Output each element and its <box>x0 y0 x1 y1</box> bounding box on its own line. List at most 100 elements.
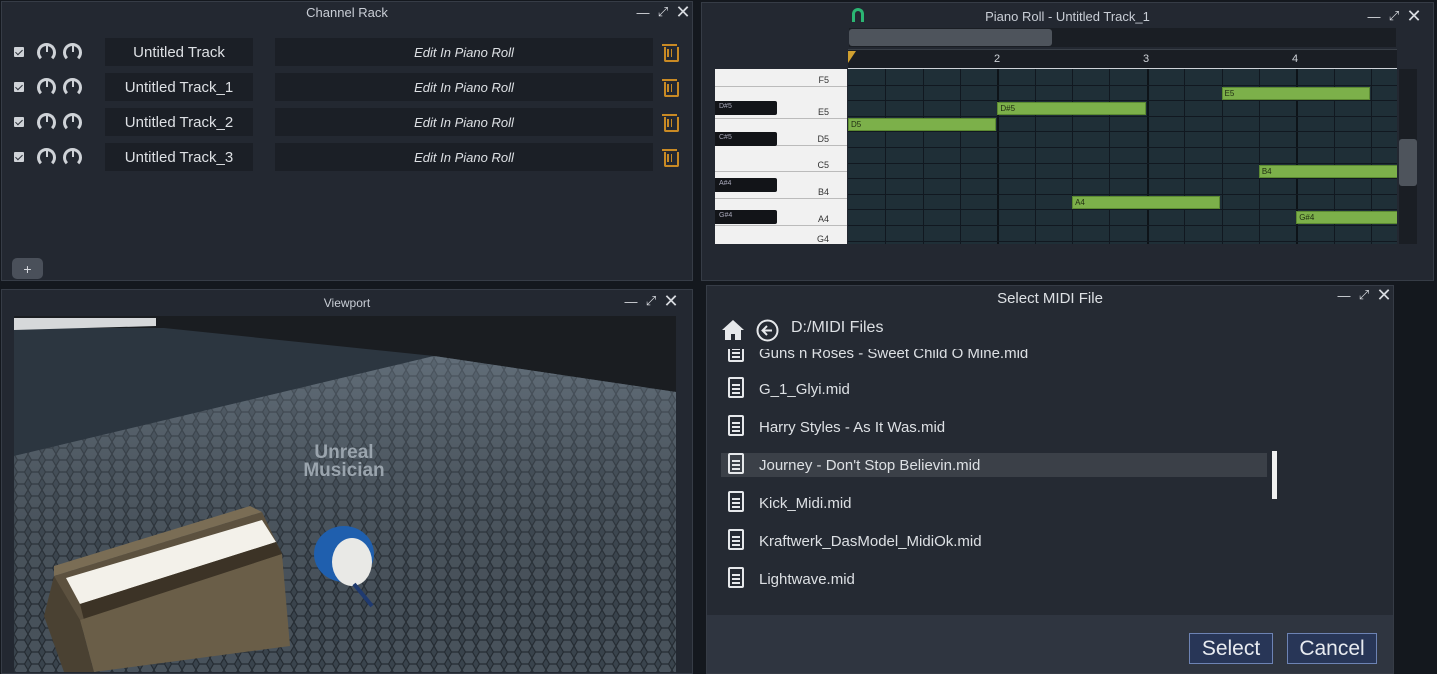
grid-column-line <box>960 69 962 244</box>
piano-black-key[interactable]: C#5 <box>715 132 777 146</box>
key-label: C5 <box>817 160 829 170</box>
file-list-item[interactable]: Lightwave.mid <box>721 567 1267 591</box>
grid-column-line <box>997 69 1000 244</box>
midi-note[interactable]: E5 <box>1221 86 1370 100</box>
v-scroll-thumb[interactable] <box>1399 139 1417 186</box>
file-list-item[interactable]: Kraftwerk_DasModel_MidiOk.mid <box>721 529 1267 553</box>
grid-row-line <box>848 100 1397 102</box>
pan-knob-icon[interactable] <box>63 113 82 132</box>
expand-icon[interactable]: ⤢ <box>1387 8 1401 23</box>
playhead-marker[interactable] <box>848 51 856 63</box>
add-track-button[interactable]: + <box>12 258 43 279</box>
volume-knob-icon[interactable] <box>37 113 56 132</box>
track-name-button[interactable]: Untitled Track_1 <box>105 73 253 101</box>
volume-knob-icon[interactable] <box>37 78 56 97</box>
file-list-scrollbar[interactable] <box>1272 451 1277 499</box>
pan-knob-icon[interactable] <box>63 43 82 62</box>
minimize-icon[interactable]: — <box>624 294 638 309</box>
h-scroll-thumb[interactable] <box>849 29 1052 46</box>
piano-white-key[interactable]: C5 <box>715 146 847 172</box>
minimize-icon[interactable]: — <box>1367 9 1381 24</box>
file-list-item[interactable]: G_1_Glyi.mid <box>721 377 1267 401</box>
piano-black-key[interactable]: A#4 <box>715 178 777 192</box>
expand-icon[interactable]: ⤢ <box>656 4 670 19</box>
midi-note[interactable]: D5 <box>848 117 997 131</box>
file-icon <box>728 529 744 550</box>
3d-viewport-scene[interactable]: Unreal Musician <box>14 316 676 672</box>
piano-white-key[interactable]: F5 <box>715 69 847 87</box>
file-icon <box>728 491 744 512</box>
back-arrow-icon[interactable] <box>756 319 779 342</box>
close-icon[interactable]: ✕ <box>1406 6 1421 26</box>
expand-icon[interactable]: ⤢ <box>644 293 658 308</box>
viewport-title: Viewport <box>323 296 371 310</box>
midi-note[interactable]: G#4 <box>1296 211 1397 225</box>
scene-render: Unreal Musician <box>14 316 676 672</box>
midi-note[interactable]: A4 <box>1072 195 1221 209</box>
piano-keyboard[interactable]: F5 E5 D5 C5 B4 A4 G4 D#5 C#5 A#4 G#4 <box>715 69 847 244</box>
piano-roll-h-scrollbar[interactable] <box>849 28 1396 47</box>
file-name: Kraftwerk_DasModel_MidiOk.mid <box>759 532 982 550</box>
edit-in-piano-roll-button[interactable]: Edit In Piano Roll <box>275 143 653 171</box>
track-row: Untitled Track_3 Edit In Piano Roll <box>10 143 690 171</box>
track-name-button[interactable]: Untitled Track <box>105 38 253 66</box>
track-enable-checkbox[interactable] <box>14 47 24 57</box>
trash-icon[interactable] <box>662 79 679 97</box>
pan-knob-icon[interactable] <box>63 78 82 97</box>
grid-row-line <box>848 84 1397 86</box>
grid-row-line <box>848 240 1397 242</box>
home-icon[interactable] <box>721 319 745 341</box>
channel-rack-panel: Channel Rack — ⤢ ✕ Untitled Track Edit In… <box>1 1 693 281</box>
piano-black-key[interactable]: G#4 <box>715 210 777 224</box>
piano-black-key[interactable]: D#5 <box>715 101 777 115</box>
grid-column-line <box>1184 69 1186 244</box>
grid-column-line <box>922 69 924 244</box>
file-icon <box>728 349 744 362</box>
minimize-icon[interactable]: — <box>1337 288 1351 303</box>
pan-knob-icon[interactable] <box>63 148 82 167</box>
midi-note[interactable]: B4 <box>1258 164 1397 178</box>
piano-white-key[interactable]: G4 <box>715 226 847 244</box>
expand-icon[interactable]: ⤢ <box>1357 287 1371 302</box>
volume-knob-icon[interactable] <box>37 43 56 62</box>
file-name: Journey - Don't Stop Believin.mid <box>759 456 981 474</box>
file-icon <box>728 453 744 474</box>
piano-roll-window-controls: — ⤢ ✕ <box>1367 6 1422 26</box>
grid-row-line <box>848 131 1397 133</box>
close-icon[interactable]: ✕ <box>1376 285 1391 305</box>
grid-column-line <box>1072 69 1074 244</box>
file-list-item[interactable]: Journey - Don't Stop Believin.mid <box>721 453 1267 477</box>
file-list-item[interactable]: Guns n Roses - Sweet Child O Mine.mid <box>721 349 1267 365</box>
file-list[interactable]: Guns n Roses - Sweet Child O Mine.mid G_1… <box>719 349 1275 611</box>
piano-roll-v-scrollbar[interactable] <box>1399 69 1417 244</box>
track-row: Untitled Track Edit In Piano Roll <box>10 38 690 66</box>
edit-in-piano-roll-button[interactable]: Edit In Piano Roll <box>275 108 653 136</box>
edit-in-piano-roll-button[interactable]: Edit In Piano Roll <box>275 38 653 66</box>
note-grid[interactable]: E5 D#5 D5 B4 A4 G#4 <box>848 69 1397 244</box>
track-name-button[interactable]: Untitled Track_3 <box>105 143 253 171</box>
channel-rack-window-controls: — ⤢ ✕ <box>636 2 691 22</box>
file-icon <box>728 567 744 588</box>
track-name-button[interactable]: Untitled Track_2 <box>105 108 253 136</box>
minimize-icon[interactable]: — <box>636 5 650 20</box>
file-name: Lightwave.mid <box>759 570 855 588</box>
select-button[interactable]: Select <box>1189 633 1273 664</box>
track-enable-checkbox[interactable] <box>14 82 24 92</box>
cancel-button[interactable]: Cancel <box>1287 633 1377 664</box>
track-enable-checkbox[interactable] <box>14 152 24 162</box>
file-list-item[interactable]: Harry Styles - As It Was.mid <box>721 415 1267 439</box>
timeline-ruler[interactable]: 2 3 4 <box>848 49 1397 69</box>
grid-row-line <box>848 209 1397 211</box>
grid-column-line <box>885 69 887 244</box>
midi-note[interactable]: D#5 <box>997 102 1146 116</box>
file-list-item[interactable]: Kick_Midi.mid <box>721 491 1267 515</box>
volume-knob-icon[interactable] <box>37 148 56 167</box>
viewport-window-controls: — ⤢ ✕ <box>624 291 679 311</box>
close-icon[interactable]: ✕ <box>663 291 678 311</box>
track-enable-checkbox[interactable] <box>14 117 24 127</box>
trash-icon[interactable] <box>662 149 679 167</box>
close-icon[interactable]: ✕ <box>675 2 690 22</box>
trash-icon[interactable] <box>662 114 679 132</box>
trash-icon[interactable] <box>662 44 679 62</box>
edit-in-piano-roll-button[interactable]: Edit In Piano Roll <box>275 73 653 101</box>
